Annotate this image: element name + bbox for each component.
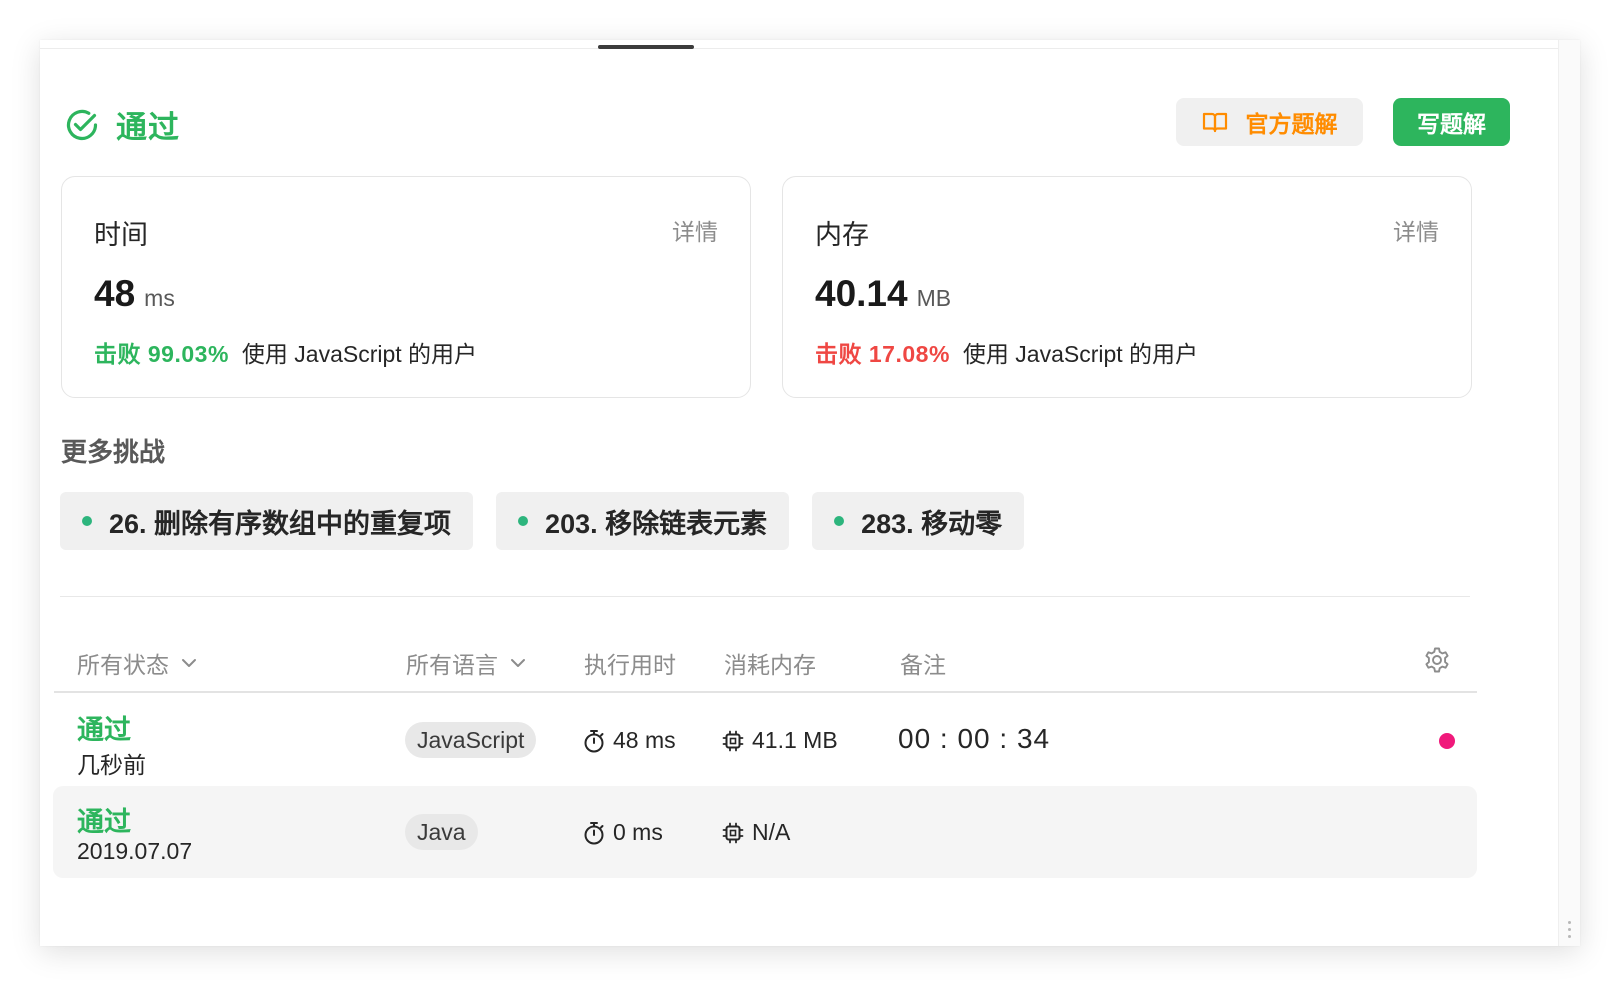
memory-column-header: 消耗内存	[724, 646, 816, 680]
section-divider	[60, 596, 1470, 597]
memory-card: 内存 详情 40.14 MB 击败 17.08% 使用 JavaScript 的…	[782, 176, 1472, 398]
language-badge: Java	[405, 814, 478, 850]
chevron-down-icon	[182, 659, 196, 667]
stopwatch-icon	[584, 729, 604, 752]
official-solution-button[interactable]: 官方题解	[1176, 98, 1363, 146]
status-filter-dropdown[interactable]: 所有状态	[77, 646, 197, 680]
note-color-dot[interactable]	[1439, 733, 1455, 749]
status-filter-label: 所有状态	[77, 652, 169, 678]
runtime-beat-text: 击败 99.03% 使用 JavaScript 的用户	[94, 335, 477, 369]
official-solution-label: 官方题解	[1245, 111, 1338, 137]
chip-icon	[722, 730, 744, 751]
more-challenges-title: 更多挑战	[61, 437, 166, 467]
notes-header-label: 备注	[900, 652, 946, 678]
runtime-value: 48 ms	[94, 273, 175, 315]
write-solution-label: 写题解	[1417, 111, 1486, 137]
panel-body: 通过 官方题解 写题解 时间 详情 48 ms 击败 99.03% 使用 Jav…	[40, 40, 1558, 946]
submission-time: 几秒前	[77, 752, 146, 778]
challenge-chip[interactable]: 203. 移除链表元素	[496, 492, 790, 550]
challenge-label: 26. 删除有序数组中的重复项	[109, 508, 452, 539]
challenge-label: 203. 移除链表元素	[545, 508, 768, 539]
table-header-divider	[54, 691, 1477, 693]
memory-beat-suffix: 使用 JavaScript 的用户	[962, 341, 1199, 367]
memory-beat-text: 击败 17.08% 使用 JavaScript 的用户	[815, 335, 1198, 369]
memory-cell: 41.1 MB	[722, 727, 838, 754]
submission-status[interactable]: 通过	[77, 708, 131, 747]
submission-row[interactable]: 通过 几秒前 JavaScript 48 ms 41.1 MB 00 : 00 …	[53, 694, 1477, 786]
memory-header-label: 消耗内存	[724, 652, 816, 678]
gear-icon[interactable]	[1423, 646, 1451, 674]
difficulty-dot	[518, 516, 529, 526]
runtime-number: 48	[94, 273, 136, 314]
challenge-chip[interactable]: 283. 移动零	[812, 492, 1025, 550]
scrollbar[interactable]	[1558, 40, 1580, 946]
memory-value: 40.14 MB	[815, 273, 951, 315]
language-filter-dropdown[interactable]: 所有语言	[406, 646, 526, 680]
runtime-text: 48 ms	[613, 727, 676, 753]
scroll-handle-icon	[1568, 921, 1571, 938]
runtime-text: 0 ms	[613, 819, 663, 845]
memory-text: N/A	[752, 819, 791, 845]
memory-number: 40.14	[815, 273, 908, 314]
runtime-cell: 0 ms	[583, 819, 663, 846]
runtime-unit: ms	[144, 285, 175, 311]
memory-card-title: 内存	[815, 220, 869, 250]
status-title: 通过	[116, 110, 180, 145]
runtime-detail-link[interactable]: 详情	[672, 213, 718, 247]
memory-beat-percent: 击败 17.08%	[815, 341, 950, 367]
language-badge: JavaScript	[405, 722, 537, 758]
difficulty-dot	[82, 516, 92, 526]
runtime-cell: 48 ms	[583, 727, 676, 754]
tab-bar-divider	[40, 48, 1558, 49]
runtime-beat-percent: 击败 99.03%	[94, 341, 229, 367]
chevron-down-icon	[511, 659, 525, 667]
submission-time: 2019.07.07	[77, 838, 193, 864]
chip-icon	[722, 822, 744, 843]
runtime-column-header: 执行用时	[584, 646, 676, 680]
stopwatch-icon	[584, 821, 604, 844]
notes-column-header: 备注	[900, 646, 946, 680]
runtime-card-title: 时间	[94, 220, 148, 250]
runtime-beat-suffix: 使用 JavaScript 的用户	[241, 341, 478, 367]
runtime-header-label: 执行用时	[584, 652, 676, 678]
active-tab-indicator	[598, 45, 694, 49]
more-challenges-list: 26. 删除有序数组中的重复项 203. 移除链表元素 283. 移动零	[60, 492, 1025, 550]
challenge-chip[interactable]: 26. 删除有序数组中的重复项	[60, 492, 474, 550]
memory-unit: MB	[916, 285, 952, 311]
status-header: 通过	[64, 102, 180, 147]
check-circle-icon	[66, 109, 98, 140]
memory-cell: N/A	[722, 819, 790, 846]
runtime-card: 时间 详情 48 ms 击败 99.03% 使用 JavaScript 的用户	[61, 176, 751, 398]
memory-text: 41.1 MB	[752, 727, 838, 753]
write-solution-button[interactable]: 写题解	[1393, 98, 1510, 146]
memory-detail-link[interactable]: 详情	[1393, 213, 1439, 247]
book-icon	[1202, 112, 1227, 133]
language-filter-label: 所有语言	[406, 652, 498, 678]
submission-result-panel: 通过 官方题解 写题解 时间 详情 48 ms 击败 99.03% 使用 Jav…	[40, 40, 1580, 946]
difficulty-dot	[834, 516, 845, 526]
note-text[interactable]: 00 : 00 : 34	[898, 723, 1050, 755]
submission-status[interactable]: 通过	[77, 800, 131, 839]
submission-row[interactable]: 通过 2019.07.07 Java 0 ms N/A	[53, 786, 1477, 878]
challenge-label: 283. 移动零	[861, 508, 1003, 539]
